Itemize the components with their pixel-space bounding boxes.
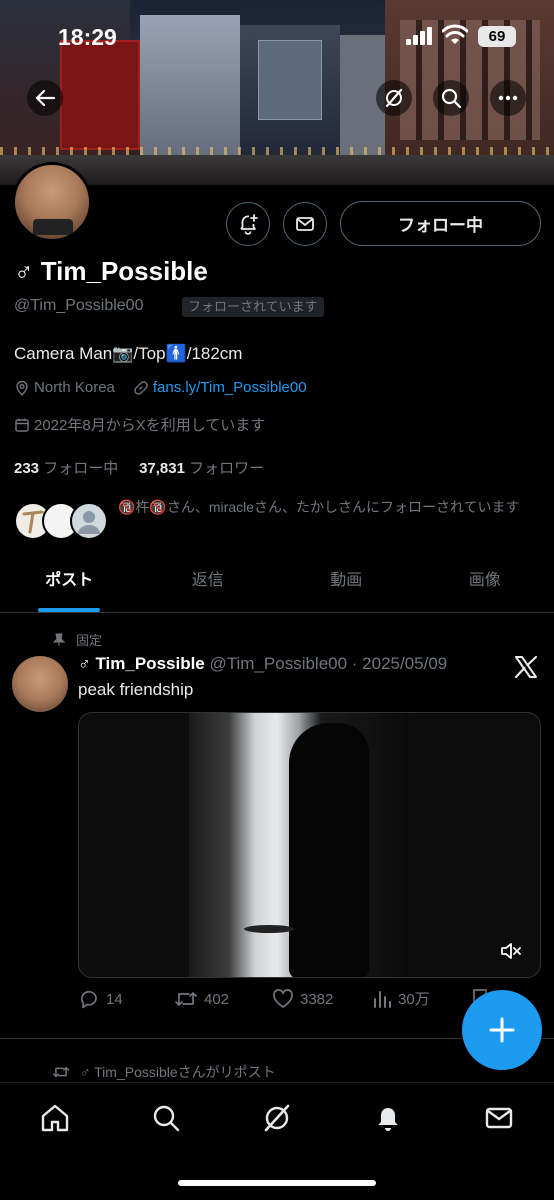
repost-icon [175,992,197,1006]
grok-icon [385,88,403,108]
compose-button[interactable] [462,990,542,1070]
like-count: 3382 [300,990,334,1008]
pin-icon [52,633,66,646]
follows-you-badge: フォローされています [182,297,324,317]
search-button[interactable] [433,80,469,116]
location-icon [16,380,28,396]
views-icon [374,990,391,1008]
followers-stat[interactable]: 37,831 フォロワー [139,460,264,477]
reply-count: 14 [106,990,123,1008]
search-icon [441,88,462,109]
x-logo-icon [514,655,538,679]
profile-joined: 2022年8月からXを利用しています [34,417,266,434]
profile-meta-row: North Korea fans.ly/Tim_Possible00 [14,379,307,396]
following-button[interactable]: フォロー中 [340,201,541,246]
mutual-followers-text[interactable]: 🔞杵🔞さん、miracleさん、たかしさんにフォローされています [118,496,544,518]
post-author-name[interactable]: ♂ Tim_Possible [78,654,205,673]
pinned-label: 固定 [76,633,103,648]
views-button[interactable]: 30万 [372,988,430,1009]
post-actions: 14 402 3382 30万 [78,988,518,1014]
link-icon [134,380,148,395]
reply-icon [81,990,97,1009]
plus-icon [489,1017,515,1043]
tab-videos[interactable]: 動画 [277,560,416,612]
media-stool [244,925,294,933]
battery-indicator: 69 [478,26,516,47]
tab-replies[interactable]: 返信 [139,560,278,612]
repost-count: 402 [204,990,230,1008]
nav-home[interactable] [38,1101,72,1135]
post-author-avatar[interactable] [12,656,68,712]
post-media[interactable] [78,712,541,978]
post-author-handle-date: @Tim_Possible00 · 2025/05/09 [209,654,448,673]
repost-button[interactable]: 402 [174,988,229,1010]
home-icon [41,1104,69,1132]
home-indicator [178,1180,376,1186]
media-silhouette [289,723,369,977]
wifi-icon [442,24,468,44]
following-stat[interactable]: 233 フォロー中 [14,460,118,477]
nav-search[interactable] [149,1101,183,1135]
profile-joined-row: 2022年8月からXを利用しています [14,414,265,435]
search-icon [153,1105,180,1132]
profile-tabs: ポスト 返信 動画 画像 [0,560,554,613]
profile-name: ♂ Tim_Possible [14,256,208,286]
status-bar: 18:29 69 [0,0,554,60]
tab-posts[interactable]: ポスト [0,560,139,612]
more-icon [498,95,518,101]
signal-icon [406,27,434,45]
notify-button[interactable] [226,202,270,246]
message-button[interactable] [283,202,327,246]
nav-notifications[interactable] [371,1101,405,1135]
mail-icon [296,217,314,231]
more-button[interactable] [490,80,526,116]
profile-avatar[interactable] [12,162,92,242]
grok-button[interactable] [376,80,412,116]
nav-messages[interactable] [482,1101,516,1135]
repost-icon [53,1066,70,1078]
avatar [70,502,108,540]
bell-plus-icon [240,214,258,235]
repost-label-row: ♂ Tim_Possibleさんがリポスト [52,1062,276,1082]
profile-link[interactable]: fans.ly/Tim_Possible00 [153,379,307,396]
profile-location: North Korea [34,379,115,396]
pinned-label-row: 固定 [52,630,102,649]
like-button[interactable]: 3382 [272,988,333,1010]
mute-icon[interactable] [499,939,523,963]
reply-button[interactable]: 14 [78,988,123,1010]
calendar-icon [15,418,29,432]
status-time: 18:29 [58,24,117,50]
heart-icon [273,989,293,1008]
back-button[interactable] [27,80,63,116]
post-header: ♂ Tim_Possible @Tim_Possible00 · 2025/05… [78,654,447,674]
nav-grok[interactable] [260,1101,294,1135]
arrow-left-icon [35,89,56,107]
mail-icon [485,1107,513,1129]
profile-handle: @Tim_Possible00 [14,297,144,314]
post-text: peak friendship [78,680,194,699]
profile-bio: Camera Man📷/Top🚹/182cm [14,344,243,363]
repost-label[interactable]: ♂ Tim_Possibleさんがリポスト [80,1062,276,1082]
views-count: 30万 [398,991,430,1008]
bell-icon [378,1108,398,1131]
tab-images[interactable]: 画像 [416,560,554,612]
grok-icon [264,1104,290,1132]
mutual-followers-avatars[interactable] [14,502,108,540]
follow-stats: 233 フォロー中 37,831 フォロワー [14,457,264,478]
